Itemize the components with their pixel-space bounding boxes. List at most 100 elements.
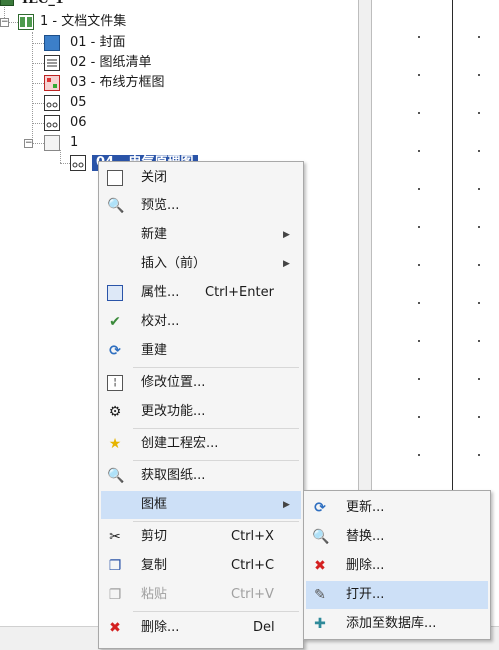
position-icon: ¦ (107, 375, 123, 391)
menu-item-label: 插入（前） (141, 256, 207, 271)
check-icon: ✔ (109, 314, 121, 330)
menu-separator (133, 460, 299, 461)
tree-item-06[interactable]: 06 (44, 113, 124, 133)
menu-shortcut: Ctrl+V (231, 587, 274, 602)
menu-shortcut: Del (253, 620, 275, 635)
tree-item-root[interactable]: IEC_1 (0, 0, 150, 10)
submenu-arrow-icon: ▶ (283, 500, 290, 510)
menu-item-create-macro[interactable]: ★ 创建工程宏... (101, 430, 301, 458)
schematic-page-icon (44, 115, 60, 131)
menu-item-copy[interactable]: ❐ 复制 Ctrl+C (101, 552, 301, 580)
menu-item-frame[interactable]: 图框 ▶ (101, 491, 301, 519)
menu-item-delete[interactable]: ✖ 删除... Del (101, 614, 301, 642)
menu-separator (133, 428, 299, 429)
get-drawing-icon: 🔍 (107, 468, 125, 484)
menu-item-preview[interactable]: 🔍 预览... (101, 192, 301, 220)
list-page-icon (44, 55, 60, 71)
menu-item-label: 剪切 (141, 529, 168, 544)
menu-item-label: 复制 (141, 558, 168, 573)
gears-icon: ⚙ (108, 404, 122, 420)
grid-dot (478, 188, 480, 190)
grid-dot (418, 188, 420, 190)
copy-icon: ❐ (108, 558, 122, 574)
menu-item-label: 新建 (141, 227, 168, 242)
context-menu: 关闭 🔍 预览... 新建 ▶ 插入（前） ▶ 属性... Ctrl+Enter… (98, 161, 304, 649)
menu-item-new[interactable]: 新建 ▶ (101, 221, 301, 249)
scissors-icon: ✂ (109, 529, 121, 545)
tree-item-docs-group[interactable]: − 1 - 文档文件集 (0, 12, 170, 32)
tree-item-cover[interactable]: 01 - 封面 (44, 33, 194, 53)
grid-dot (478, 112, 480, 114)
delete-icon: ✖ (109, 620, 121, 636)
grid-dot (478, 74, 480, 76)
tree-item-05[interactable]: 05 (44, 93, 124, 113)
refresh-icon: ⟳ (314, 500, 326, 516)
grid-dot (478, 264, 480, 266)
menu-item-label: 更新... (346, 500, 385, 515)
menu-item-close[interactable]: 关闭 (101, 164, 301, 192)
star-icon: ★ (108, 436, 122, 452)
menu-item-cut[interactable]: ✂ 剪切 Ctrl+X (101, 523, 301, 551)
menu-shortcut: Ctrl+Enter (205, 285, 274, 300)
submenu-item-update[interactable]: ⟳ 更新... (306, 494, 488, 522)
submenu-item-add-to-database[interactable]: ✚ 添加至数据库... (306, 610, 488, 638)
grid-dot (478, 378, 480, 380)
menu-item-rebuild[interactable]: ⟳ 重建 (101, 337, 301, 365)
menu-item-change-function[interactable]: ⚙ 更改功能... (101, 398, 301, 426)
menu-item-label: 替换... (346, 529, 385, 544)
grid-dot (418, 36, 420, 38)
tree-item-label: 01 - 封面 (70, 35, 126, 50)
project-icon (0, 0, 14, 6)
frame-submenu: ⟳ 更新... 🔍 替换... ✖ 删除... ✎ 打开... ✚ 添加至数据库… (303, 490, 491, 640)
menu-item-check[interactable]: ✔ 校对... (101, 308, 301, 336)
menu-item-label: 创建工程宏... (141, 436, 219, 451)
menu-item-get-drawing[interactable]: 🔍 获取图纸... (101, 462, 301, 490)
menu-item-label: 修改位置... (141, 375, 206, 390)
grid-dot (418, 378, 420, 380)
menu-item-paste[interactable]: ❐ 粘贴 Ctrl+V (101, 581, 301, 609)
menu-separator (133, 521, 299, 522)
magnifier-icon: 🔍 (312, 529, 330, 545)
tree-guide (32, 43, 44, 44)
tree-guide (32, 103, 44, 104)
menu-item-label: 校对... (141, 314, 180, 329)
tree-item-label: IEC_1 (22, 0, 64, 10)
grid-dot (478, 36, 480, 38)
tree-guide (32, 83, 44, 84)
menu-item-label: 更改功能... (141, 404, 206, 419)
grid-dot (478, 302, 480, 304)
submenu-item-delete[interactable]: ✖ 删除... (306, 552, 488, 580)
grid-dot (418, 74, 420, 76)
menu-item-label: 属性... (141, 285, 180, 300)
menu-item-change-position[interactable]: ¦ 修改位置... (101, 369, 301, 397)
menu-item-label: 图框 (141, 497, 168, 512)
collapse-icon[interactable]: − (24, 139, 33, 148)
grid-dot (418, 340, 420, 342)
collapse-icon[interactable]: − (0, 18, 9, 27)
menu-item-label: 预览... (141, 198, 180, 213)
grid-dot (478, 226, 480, 228)
tree-item-drawing-list[interactable]: 02 - 图纸清单 (44, 53, 194, 73)
tree-item-folder-1[interactable]: − 1 (24, 133, 104, 153)
submenu-item-replace[interactable]: 🔍 替换... (306, 523, 488, 551)
menu-item-label: 获取图纸... (141, 468, 206, 483)
rebuild-icon: ⟳ (109, 343, 121, 359)
submenu-item-open[interactable]: ✎ 打开... (306, 581, 488, 609)
tree-guide (60, 163, 70, 164)
pencil-icon: ✎ (314, 587, 326, 603)
tree-guide (32, 123, 44, 124)
tree-item-label: 1 (70, 135, 79, 150)
menu-item-properties[interactable]: 属性... Ctrl+Enter (101, 279, 301, 307)
schematic-page-icon (44, 95, 60, 111)
tree-item-label: 02 - 图纸清单 (70, 55, 152, 70)
tree-item-block-diagram[interactable]: 03 - 布线方框图 (44, 73, 204, 93)
tree-item-label: 05 (70, 95, 87, 110)
grid-dot (478, 454, 480, 456)
plus-icon: ✚ (314, 616, 326, 632)
menu-item-label: 添加至数据库... (346, 616, 437, 631)
grid-dot (418, 302, 420, 304)
tree-item-label: 1 - 文档文件集 (40, 14, 127, 29)
menu-shortcut: Ctrl+C (231, 558, 275, 573)
tree-guide (32, 32, 33, 142)
menu-item-insert-before[interactable]: 插入（前） ▶ (101, 250, 301, 278)
